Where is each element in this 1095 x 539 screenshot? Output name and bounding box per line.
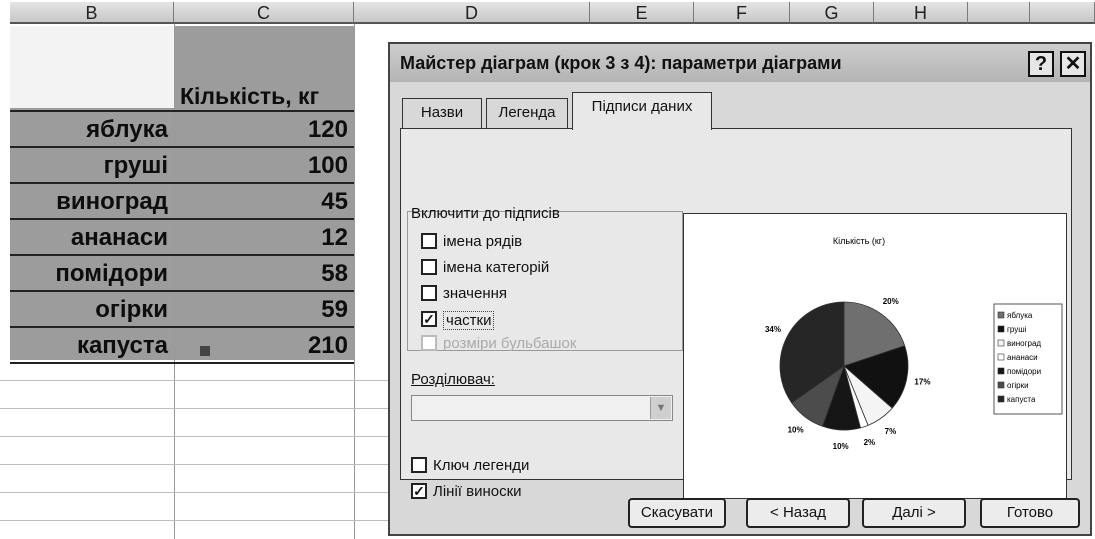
include-group-label: Включити до підписів xyxy=(411,205,560,222)
cell-border xyxy=(10,218,354,220)
quantity-cell[interactable]: 12 xyxy=(174,220,354,256)
fruit-name-cell[interactable]: капуста xyxy=(10,328,174,364)
column-header-f[interactable]: F xyxy=(694,2,790,24)
chart-wizard-dialog: Майстер діаграм (крок 3 з 4): параметри … xyxy=(388,42,1092,536)
pie-data-label: 17% xyxy=(914,378,930,387)
legend-swatch xyxy=(997,311,1005,319)
empty-corner-cell[interactable] xyxy=(10,26,174,108)
separator-label: Розділювач: xyxy=(411,371,495,388)
separator-select[interactable]: ▼ xyxy=(411,395,673,421)
close-icon[interactable]: ✕ xyxy=(1060,51,1086,77)
tab-legend[interactable]: Легенда xyxy=(486,98,568,128)
legend-swatch xyxy=(997,395,1005,403)
legend-entry: виноград xyxy=(1007,339,1041,348)
bubble-size-label: розміри бульбашок xyxy=(443,335,577,352)
fill-handle[interactable] xyxy=(200,346,210,356)
tab-data-labels[interactable]: Підписи даних xyxy=(572,92,712,130)
column-header-extra[interactable] xyxy=(1030,2,1095,24)
column-header-h[interactable]: H xyxy=(874,2,968,24)
series-name-label: імена рядів xyxy=(443,233,523,250)
fruit-name-cell[interactable]: ананаси xyxy=(10,220,174,256)
legend-entry: яблука xyxy=(1007,311,1033,320)
include-group xyxy=(407,211,683,351)
pie-data-label: 2% xyxy=(864,438,876,447)
column-header-c[interactable]: C xyxy=(174,2,354,24)
bubble-size-checkbox xyxy=(421,335,437,351)
quantity-cell[interactable]: 59 xyxy=(174,292,354,328)
legend-entry: капуста xyxy=(1007,395,1036,404)
value-checkbox[interactable] xyxy=(421,285,437,301)
column-header-e[interactable]: E xyxy=(590,2,694,24)
finish-button[interactable]: Готово xyxy=(980,498,1080,528)
tab-titles[interactable]: Назви xyxy=(402,98,482,128)
quantity-cell[interactable]: 45 xyxy=(174,184,354,220)
grid-line xyxy=(0,492,388,493)
grid-line xyxy=(354,24,355,539)
legend-entry: огірки xyxy=(1007,381,1029,390)
help-button[interactable]: ? xyxy=(1028,51,1054,77)
cell-border xyxy=(10,362,354,364)
percentage-checkbox[interactable]: ✓ xyxy=(421,311,437,327)
grid-line xyxy=(0,520,388,521)
fruit-name-cell[interactable]: груші xyxy=(10,148,174,184)
legend-swatch xyxy=(997,339,1005,347)
legend-swatch xyxy=(997,325,1005,333)
legend-swatch xyxy=(997,353,1005,361)
quantity-cell[interactable]: 100 xyxy=(174,148,354,184)
grid-line xyxy=(0,436,388,437)
quantity-cell[interactable]: 58 xyxy=(174,256,354,292)
chart-title: Кількість (кг) xyxy=(833,236,885,246)
grid-line xyxy=(0,380,388,381)
fruit-name-cell[interactable]: помідори xyxy=(10,256,174,292)
pie-chart: Кількість (кг) 20% 17% 7% 2% 10% 10% 34% яблук… xyxy=(765,236,1063,451)
pie-data-label: 10% xyxy=(833,442,849,451)
column-header-d[interactable]: D xyxy=(354,2,590,24)
chart-preview: Кількість (кг) 20% 17% 7% 2% 10% 10% 34% яблук… xyxy=(683,213,1067,499)
legend-entry: помідори xyxy=(1007,367,1041,376)
fruit-name-cell[interactable]: огірки xyxy=(10,292,174,328)
leader-lines-checkbox[interactable]: ✓ xyxy=(411,483,427,499)
column-header-extra[interactable] xyxy=(968,2,1030,24)
category-name-label: імена категорій xyxy=(443,259,550,276)
legend-key-label: Ключ легенди xyxy=(433,457,530,474)
column-header-b[interactable]: B xyxy=(10,2,174,24)
legend-entry: ананаси xyxy=(1007,353,1038,362)
quantity-cell[interactable]: 120 xyxy=(174,112,354,148)
pie-data-label: 34% xyxy=(765,325,781,334)
column-header-g[interactable]: G xyxy=(790,2,874,24)
cell-border xyxy=(10,326,354,328)
chevron-down-icon[interactable]: ▼ xyxy=(650,397,671,419)
series-name-checkbox[interactable] xyxy=(421,233,437,249)
grid-line xyxy=(0,408,388,409)
pie-data-label: 10% xyxy=(788,426,804,435)
pie-data-label: 7% xyxy=(885,427,897,436)
next-button[interactable]: Далі > xyxy=(862,498,966,528)
fruit-name-cell[interactable]: яблука xyxy=(10,112,174,148)
legend-key-checkbox[interactable] xyxy=(411,457,427,473)
value-label: значення xyxy=(443,285,508,302)
cell-border xyxy=(10,290,354,292)
fruit-name-cell[interactable]: виноград xyxy=(10,184,174,220)
quantity-header-cell[interactable]: Кількість, кг xyxy=(174,78,354,114)
category-name-checkbox[interactable] xyxy=(421,259,437,275)
cell-border xyxy=(10,182,354,184)
cell-border xyxy=(10,146,354,148)
grid-line xyxy=(0,464,388,465)
pie-data-label: 20% xyxy=(883,297,899,306)
dialog-title: Майстер діаграм (крок 3 з 4): параметри … xyxy=(390,44,1090,82)
data-labels-panel: Включити до підписів імена рядів імена к… xyxy=(400,128,1072,500)
leader-lines-label: Лінії виноски xyxy=(433,483,522,500)
cancel-button[interactable]: Скасувати xyxy=(628,498,726,528)
percentage-label: частки xyxy=(443,311,495,330)
legend-swatch xyxy=(997,367,1005,375)
cell-border xyxy=(10,110,354,112)
cell-border xyxy=(10,254,354,256)
back-button[interactable]: < Назад xyxy=(746,498,850,528)
legend-entry: груші xyxy=(1007,325,1027,334)
legend-swatch xyxy=(997,381,1005,389)
